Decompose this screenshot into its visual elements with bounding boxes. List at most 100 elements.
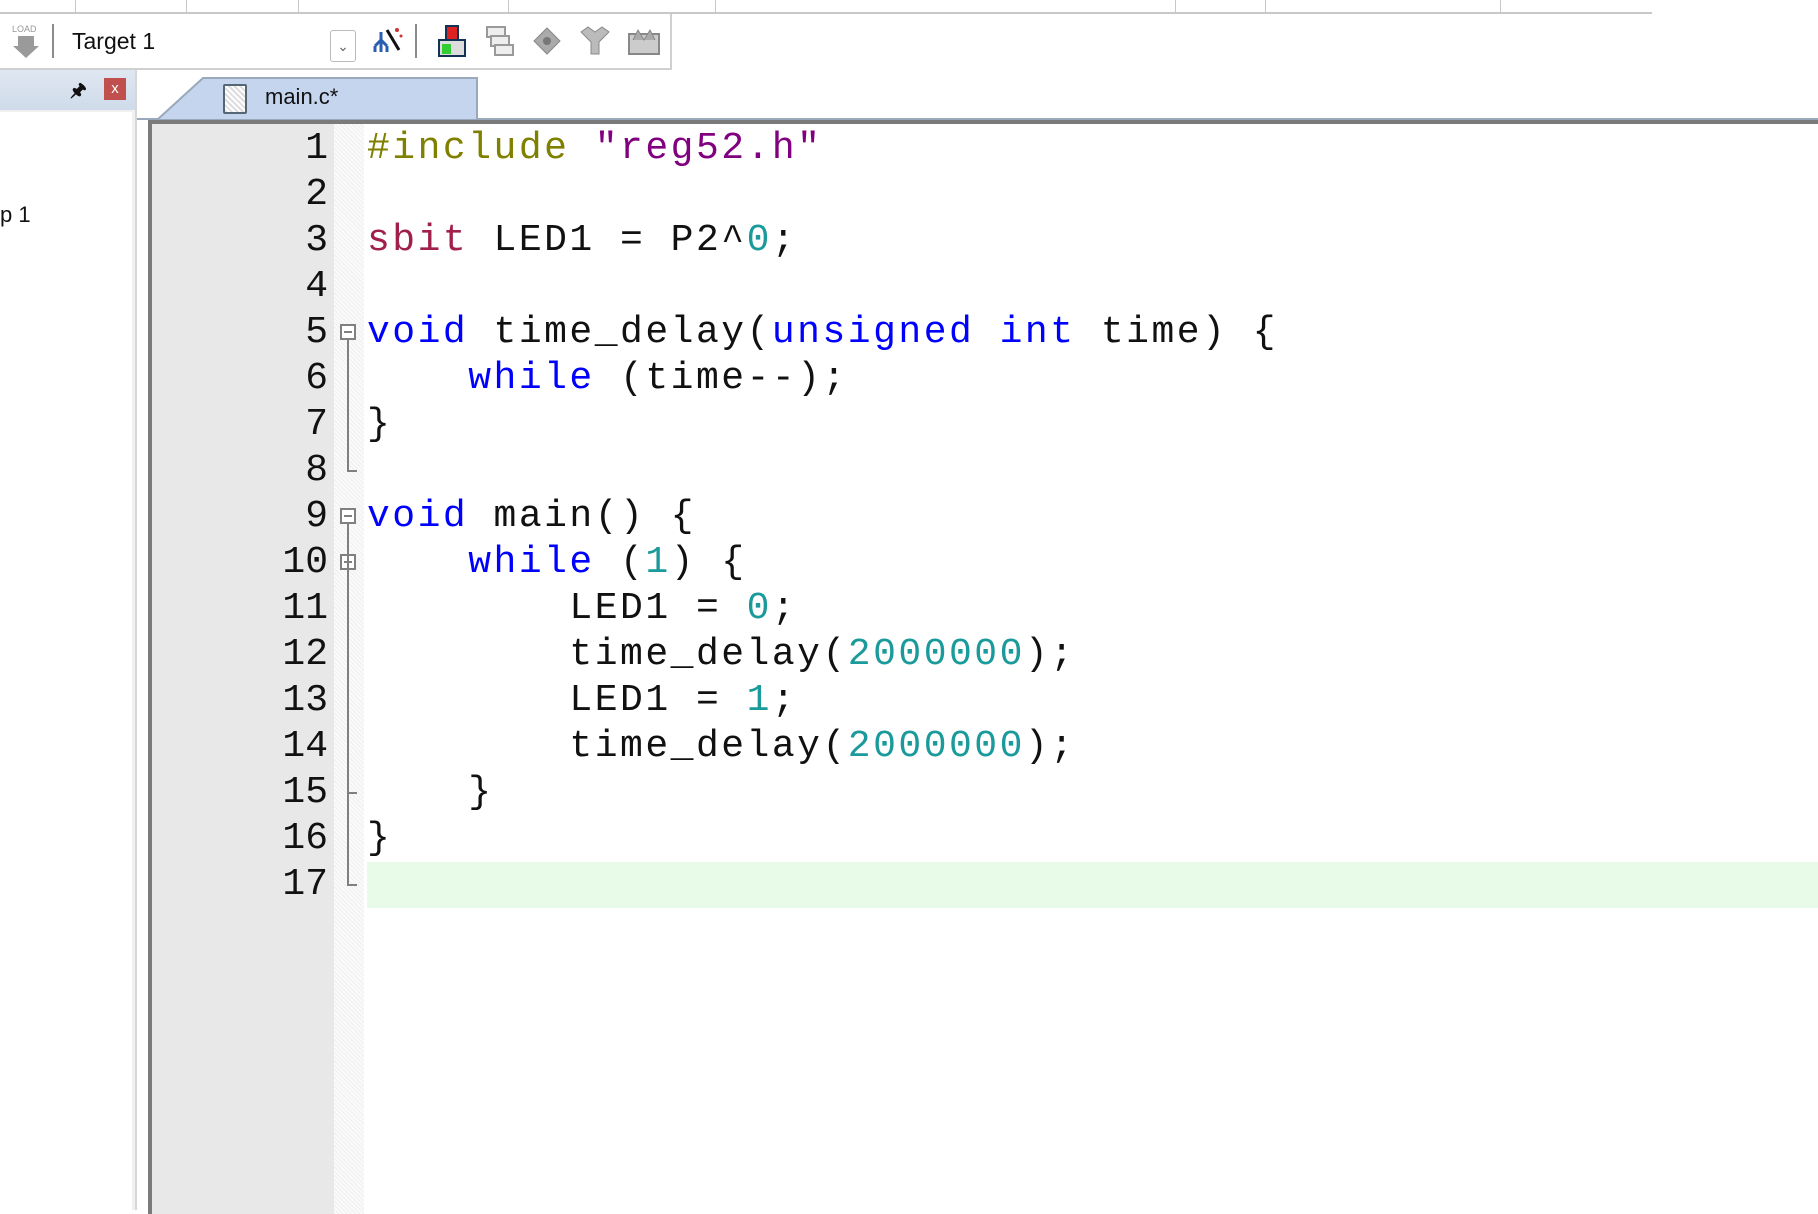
line-number: 9	[305, 495, 328, 538]
fold-collapse-icon[interactable]	[340, 324, 356, 340]
code-token: }	[367, 771, 494, 814]
manage-components-icon[interactable]	[432, 14, 472, 68]
line-number: 6	[305, 357, 328, 400]
code-text: }	[367, 816, 392, 862]
code-text: LED1 = 1;	[367, 678, 797, 724]
filter-icon[interactable]	[575, 14, 615, 68]
code-token: );	[1024, 725, 1076, 768]
project-tree: p 1	[0, 112, 132, 1212]
code-text: LED1 = 0;	[367, 586, 797, 632]
code-line[interactable]: 13 LED1 = 1;	[152, 678, 1818, 724]
fold-line	[347, 340, 349, 470]
line-number: 12	[282, 633, 328, 676]
fold-line	[347, 570, 349, 792]
code-token: ;	[771, 219, 798, 262]
code-line[interactable]: 5 void time_delay(unsigned int time) {	[152, 310, 1818, 356]
code-token: 2000000	[847, 633, 1025, 676]
load-icon[interactable]: LOAD	[6, 14, 46, 68]
tab-label: main.c*	[265, 84, 339, 109]
code-text: }	[367, 770, 494, 816]
code-text: time_delay(2000000);	[367, 632, 1076, 678]
code-token: ;	[771, 587, 798, 630]
line-number: 5	[305, 311, 328, 354]
code-line[interactable]: 9 void main() {	[152, 494, 1818, 540]
code-line[interactable]: 3 sbit LED1 = P2^0;	[152, 218, 1818, 264]
current-line-highlight	[367, 862, 1818, 908]
top-strip	[0, 0, 1652, 14]
code-text: void time_delay(unsigned int time) {	[367, 310, 1278, 356]
code-token: time_delay(	[367, 725, 848, 768]
line-number: 13	[282, 679, 328, 722]
code-token: LED1 =	[367, 679, 747, 722]
code-line[interactable]: 11 LED1 = 0;	[152, 586, 1818, 632]
project-panel-header: 🖈︎ x	[0, 70, 135, 110]
code-token: ;	[771, 679, 798, 722]
code-text: sbit LED1 = P2^0;	[367, 218, 797, 264]
fold-end-marker	[347, 884, 357, 886]
code-text: time_delay(2000000);	[367, 724, 1076, 770]
code-token: unsigned int	[771, 311, 1076, 354]
target-select-value[interactable]: Target 1	[72, 28, 155, 55]
code-token: main() {	[468, 495, 696, 538]
line-number: 8	[305, 449, 328, 492]
fold-end-marker	[347, 470, 357, 472]
code-token: time) {	[1075, 311, 1278, 354]
code-token: }	[367, 403, 393, 446]
code-token: "reg52.h"	[594, 127, 823, 170]
code-editor[interactable]: 1 #include "reg52.h" 2 3 sbit LED1 = P2^0; 4 5…	[148, 120, 1818, 1214]
line-number: 2	[305, 173, 328, 216]
code-token: 1	[645, 541, 671, 584]
fold-end-marker	[347, 792, 357, 794]
batch-build-icon[interactable]	[480, 14, 520, 68]
code-line[interactable]: 12 time_delay(2000000);	[152, 632, 1818, 678]
magic-wand-icon[interactable]	[368, 14, 408, 68]
code-line[interactable]: 14 time_delay(2000000);	[152, 724, 1818, 770]
code-line[interactable]: 4	[152, 264, 1818, 310]
code-token: 0	[746, 587, 772, 630]
code-line[interactable]: 17	[152, 862, 1818, 908]
code-line[interactable]: 7}	[152, 402, 1818, 448]
project-panel: 🖈︎ x p 1	[0, 70, 137, 1212]
code-line[interactable]: 16}	[152, 816, 1818, 862]
code-text: #include "reg52.h"	[367, 126, 822, 172]
code-token: ) {	[670, 541, 747, 584]
packs-icon[interactable]	[622, 14, 666, 68]
code-token: time_delay(	[468, 311, 772, 354]
code-token: (	[594, 541, 646, 584]
line-number: 3	[305, 219, 328, 262]
code-line[interactable]: 1 #include "reg52.h"	[152, 126, 1818, 172]
fold-collapse-icon[interactable]	[340, 508, 356, 524]
line-number: 7	[305, 403, 328, 446]
code-token: 1	[746, 679, 772, 722]
build-toolbar: LOAD Target 1 ⌄	[0, 14, 672, 70]
code-text: void main() {	[367, 494, 696, 540]
code-token: 0	[746, 219, 772, 262]
pin-icon[interactable]: 🖈︎	[70, 78, 87, 108]
code-line[interactable]: 8	[152, 448, 1818, 494]
chevron-down-icon[interactable]: ⌄	[330, 30, 356, 62]
code-token: void	[367, 311, 469, 354]
code-token: (time--);	[594, 357, 848, 400]
load-icon-text: LOAD	[12, 24, 37, 34]
code-text: while (time--);	[367, 356, 848, 402]
line-number: 10	[282, 541, 328, 584]
code-line[interactable]: 10 while (1) {	[152, 540, 1818, 586]
code-line[interactable]: 2	[152, 172, 1818, 218]
tab-main-c[interactable]: main.c*	[157, 76, 479, 120]
code-line[interactable]: 6 while (time--);	[152, 356, 1818, 402]
code-token: );	[1024, 633, 1076, 676]
code-token: while	[468, 357, 595, 400]
code-token: while	[468, 541, 595, 584]
close-panel-button[interactable]: x	[104, 78, 126, 100]
line-number: 15	[282, 771, 328, 814]
code-token: #include	[367, 127, 595, 170]
line-number: 16	[282, 817, 328, 860]
line-number: 17	[282, 863, 328, 906]
line-number: 1	[305, 127, 328, 170]
code-token: 2000000	[847, 725, 1025, 768]
code-line[interactable]: 15 }	[152, 770, 1818, 816]
project-tree-item[interactable]: p 1	[0, 202, 31, 228]
options-icon[interactable]	[527, 14, 567, 68]
